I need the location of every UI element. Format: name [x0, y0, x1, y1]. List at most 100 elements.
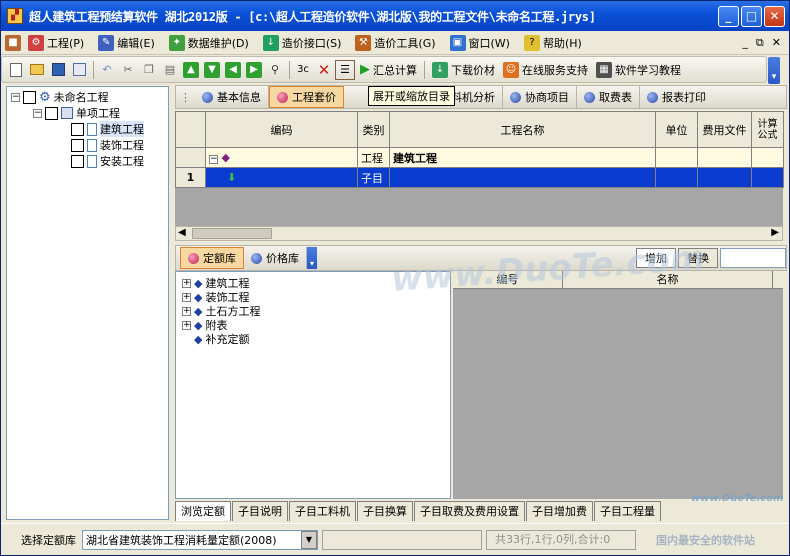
collapse-toggle[interactable]: − [11, 92, 20, 102]
toolbar-overflow-chevron[interactable]: ▾ [768, 57, 780, 84]
open-folder-icon[interactable] [27, 60, 47, 80]
tree-item-decoration[interactable]: 装饰工程 [71, 137, 144, 153]
menu-window[interactable]: ▣ 窗口(W) [443, 33, 517, 53]
column-header[interactable]: 单位 [655, 111, 698, 148]
move-up-icon[interactable]: ▲ [181, 60, 201, 80]
preview-icon[interactable] [69, 60, 89, 80]
scroll-left-icon[interactable]: ◀ [178, 227, 186, 238]
tab-fee-table[interactable]: 取费表 [577, 86, 640, 108]
cut-icon[interactable]: ✂ [118, 60, 138, 80]
tab-browse-quota[interactable]: 浏览定额 [175, 501, 231, 521]
menu-bar: ■ ⚙ 工程(P) ✎ 编辑(E) ✦ 数据维护(D) ↓ 造价接口(S) ⚒ 造价工具(… [1, 31, 789, 55]
insert-icon[interactable]: 3c [293, 60, 313, 80]
tree-single-project[interactable]: − 单项工程 [33, 105, 120, 121]
tab-item-surcharge[interactable]: 子目增加费 [526, 501, 593, 521]
table-row[interactable]: 1 ⬇ 子目 [175, 167, 784, 188]
mdi-minimize-button[interactable]: _ [742, 36, 748, 50]
window-icon: ▣ [449, 34, 466, 51]
quota-tree-item[interactable]: + ◆ 建筑工程 [182, 276, 249, 290]
tab-basic-info[interactable]: 基本信息 [195, 86, 269, 108]
horizontal-scrollbar[interactable]: ◀ ▶ [175, 226, 783, 241]
app-menu-icon[interactable]: ■ [5, 34, 21, 51]
find-icon[interactable]: ⚲ [265, 60, 285, 80]
chevron-down-icon[interactable]: ▼ [301, 530, 317, 549]
move-right-icon[interactable]: ▶ [244, 60, 264, 80]
quota-tree-item[interactable]: + ◆ 土石方工程 [182, 304, 260, 318]
column-header[interactable]: 名称 [563, 271, 773, 288]
move-down-icon[interactable]: ▼ [202, 60, 222, 80]
tree-item-installation[interactable]: 安装工程 [71, 153, 144, 169]
menu-help[interactable]: ? 帮助(H) [517, 33, 589, 53]
new-file-icon[interactable] [6, 60, 26, 80]
folder-icon: ◆ [194, 290, 203, 304]
mdi-restore-button[interactable]: ⧉ [756, 36, 764, 50]
quota-tree-item[interactable]: ◆ 补充定额 [194, 332, 249, 347]
tab-icon [251, 252, 262, 264]
tab-item-quantity[interactable]: 子目工程量 [594, 501, 661, 521]
delete-icon[interactable]: ✕ [314, 60, 334, 80]
expand-toggle[interactable]: + [182, 278, 191, 288]
tree-checkbox[interactable] [71, 122, 84, 136]
tutorial-icon: ▦ [596, 61, 612, 78]
tab-item-fee-settings[interactable]: 子目取费及费用设置 [414, 501, 525, 521]
scroll-right-icon[interactable]: ▶ [771, 227, 779, 238]
quota-library-select[interactable]: 湖北省建筑装饰工程消耗量定额(2008) ▼ [82, 529, 318, 550]
tab-item-conversion[interactable]: 子目换算 [357, 501, 413, 521]
collapse-toggle[interactable]: − [33, 108, 42, 118]
collapse-toggle[interactable]: − [209, 155, 218, 164]
summary-button[interactable]: ▶ 汇总计算 [356, 59, 421, 81]
menu-edit[interactable]: ✎ 编辑(E) [91, 33, 162, 53]
tab-price-library[interactable]: 价格库 [244, 247, 307, 269]
library-toolbar: 定额库 价格库 ▾ 增加 替换 [175, 245, 787, 271]
expand-toggle[interactable]: + [182, 320, 191, 330]
paste-icon[interactable]: ▤ [160, 60, 180, 80]
column-header[interactable] [175, 111, 206, 148]
add-button[interactable]: 增加 [636, 248, 676, 268]
copy-icon[interactable]: ❐ [139, 60, 159, 80]
menu-data-maintenance[interactable]: ✦ 数据维护(D) [162, 33, 256, 53]
library-toolbar-chevron[interactable]: ▾ [307, 247, 317, 269]
quota-tree: + ◆ 建筑工程 + ◆ 装饰工程 + ◆ 土石方工程 + ◆ 附表 ◆ 补充定额 [175, 271, 451, 499]
table-row[interactable]: − ◆ 工程 建筑工程 [175, 147, 784, 168]
column-header[interactable]: 工程名称 [389, 111, 656, 148]
mdi-close-button[interactable]: ✕ [772, 36, 781, 50]
expand-toggle[interactable]: + [182, 292, 191, 302]
tab-report-print[interactable]: 报表打印 [640, 86, 713, 108]
download-materials-button[interactable]: ↓ 下载价材 [428, 59, 499, 81]
close-button[interactable]: ✕ [764, 5, 785, 27]
tab-quota-library[interactable]: 定额库 [180, 247, 244, 269]
save-icon[interactable] [48, 60, 68, 80]
search-input[interactable] [720, 248, 786, 268]
tree-checkbox[interactable] [71, 138, 84, 152]
menu-cost-tools[interactable]: ⚒ 造价工具(G) [348, 33, 442, 53]
title-bar[interactable]: ▞ 超人建筑工程预结算软件 湖北2012版 - [c:\超人工程造价软件\湖北版… [1, 1, 789, 31]
tab-negotiated-items[interactable]: 协商项目 [503, 86, 577, 108]
undo-icon[interactable]: ↶ [97, 60, 117, 80]
column-header[interactable]: 编码 [205, 111, 358, 148]
scroll-thumb[interactable] [192, 228, 272, 239]
expand-toggle[interactable]: + [182, 306, 191, 316]
replace-button[interactable]: 替换 [678, 248, 718, 268]
tab-item-description[interactable]: 子目说明 [232, 501, 288, 521]
online-service-button[interactable]: ☺ 在线服务支持 [499, 59, 592, 81]
menu-cost-interface[interactable]: ↓ 造价接口(S) [256, 33, 349, 53]
learning-tutorial-button[interactable]: ▦ 软件学习教程 [592, 59, 685, 81]
tab-item-materials[interactable]: 子目工料机 [289, 501, 356, 521]
minimize-button[interactable]: _ [718, 5, 739, 27]
tree-checkbox[interactable] [71, 154, 84, 168]
tree-root[interactable]: − ⚙ 未命名工程 [11, 89, 109, 105]
quota-tree-item[interactable]: + ◆ 附表 [182, 318, 227, 332]
column-header[interactable]: 类别 [357, 111, 390, 148]
tree-checkbox[interactable] [45, 106, 58, 120]
column-header[interactable]: 费用文件 [697, 111, 752, 148]
catalog-icon[interactable]: ☰ [335, 59, 355, 80]
maximize-button[interactable]: □ [741, 5, 762, 27]
column-header[interactable]: 编号 [453, 271, 563, 288]
tree-item-building[interactable]: 建筑工程 [71, 121, 144, 137]
quota-tree-item[interactable]: + ◆ 装饰工程 [182, 290, 249, 304]
column-header[interactable]: 计算公式 [751, 111, 784, 148]
tree-checkbox[interactable] [23, 90, 36, 104]
move-left-icon[interactable]: ◀ [223, 60, 243, 80]
menu-engineering[interactable]: ⚙ 工程(P) [21, 33, 91, 53]
tab-pricing[interactable]: 工程套价 [269, 86, 344, 108]
